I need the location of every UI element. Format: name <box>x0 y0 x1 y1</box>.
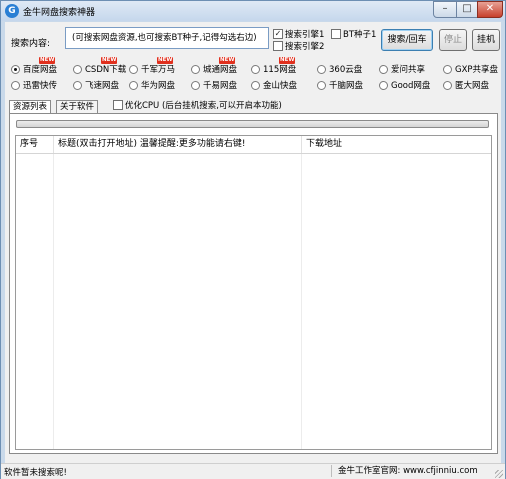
results-listview[interactable]: 序号 标题(双击打开地址) 温馨提醒:更多功能请右键! 下载地址 <box>15 135 492 450</box>
radio-dot-icon <box>443 80 452 90</box>
radio-dot-icon <box>129 64 138 74</box>
engine2-box-icon <box>273 41 283 51</box>
search-progress-bar <box>16 120 489 128</box>
bt-box-icon <box>331 29 341 39</box>
optimize-cpu-checkbox[interactable]: 优化CPU (后台挂机搜索,可以开启本功能) <box>113 99 282 111</box>
source-label: Good网盘 <box>391 81 431 91</box>
source-label: 迅雷快传 <box>23 81 58 91</box>
search-label: 搜索内容: <box>11 39 51 49</box>
engine1-check-icon: ✓ <box>273 29 283 39</box>
radio-dot-icon <box>317 80 326 90</box>
source-radio[interactable]: 千易网盘 <box>191 79 237 91</box>
column-title[interactable]: 标题(双击打开地址) 温馨提醒:更多功能请右键! <box>54 136 302 153</box>
radio-dot-icon <box>73 80 82 90</box>
maximize-button[interactable]: □ <box>456 1 478 18</box>
source-radio[interactable]: 华为网盘 <box>129 79 175 91</box>
radio-dot-icon <box>129 80 138 90</box>
new-badge: NEW <box>101 57 118 64</box>
source-radio[interactable]: 爱问共享 <box>379 63 425 75</box>
source-label: 百度网盘 <box>23 65 58 75</box>
radio-dot-icon <box>251 64 260 74</box>
source-label: 千脑网盘 <box>329 81 364 91</box>
source-radio[interactable]: 百度网盘 NEW <box>11 57 58 75</box>
source-radio[interactable]: 115网盘 NEW <box>251 57 297 75</box>
radio-dot-icon <box>317 64 326 74</box>
resource-panel: 序号 标题(双击打开地址) 温馨提醒:更多功能请右键! 下载地址 <box>9 113 498 454</box>
new-badge: NEW <box>219 57 236 64</box>
app-window: G 金牛网盘搜索神器 – □ ✕ 搜索内容: (可搜索网盘资源,也可搜索BT种子… <box>0 0 506 479</box>
list-body[interactable] <box>16 154 491 449</box>
title-bar[interactable]: G 金牛网盘搜索神器 – □ ✕ <box>1 1 505 21</box>
source-label: 匿大网盘 <box>455 81 490 91</box>
close-button[interactable]: ✕ <box>477 1 503 18</box>
source-label: GXP共享盘 <box>455 65 499 75</box>
radio-dot-icon <box>443 64 452 74</box>
status-bar: 软件暂未搜索呢! 金牛工作室官网: www.cfjinniu.com <box>1 463 505 479</box>
client-area: 搜索内容: (可搜索网盘资源,也可搜索BT种子,记得勾选右边) ✓ 搜索引擎1 … <box>5 22 501 465</box>
source-radio[interactable]: 千军万马 NEW <box>129 57 176 75</box>
app-icon: G <box>5 4 19 18</box>
engine1-label: 搜索引擎1 <box>285 30 325 40</box>
bt-label: BT种子1 <box>343 30 377 40</box>
new-badge: NEW <box>279 57 296 64</box>
source-radio[interactable]: 360云盘 <box>317 63 362 75</box>
minimize-button[interactable]: – <box>433 1 457 18</box>
source-label: 360云盘 <box>329 65 363 75</box>
stop-button[interactable]: 停止 <box>439 29 467 51</box>
source-radio[interactable]: GXP共享盘 <box>443 63 498 75</box>
radio-dot-icon <box>251 80 260 90</box>
engine2-label: 搜索引擎2 <box>285 42 325 52</box>
hang-button[interactable]: 挂机 <box>472 29 500 51</box>
source-label: 金山快盘 <box>263 81 298 91</box>
radio-dot-icon <box>191 80 200 90</box>
website-link[interactable]: 金牛工作室官网: www.cfjinniu.com <box>331 465 478 477</box>
engine1-checkbox[interactable]: ✓ 搜索引擎1 <box>273 28 324 40</box>
source-radio[interactable]: 城通网盘 NEW <box>191 57 238 75</box>
source-label: 城通网盘 <box>203 65 238 75</box>
source-label: 千军万马 <box>141 65 176 75</box>
radio-dot-icon <box>191 64 200 74</box>
optimize-box-icon <box>113 100 123 110</box>
source-radio[interactable]: 金山快盘 <box>251 79 297 91</box>
optimize-label: 优化CPU (后台挂机搜索,可以开启本功能) <box>125 101 282 111</box>
source-label: 爱问共享 <box>391 65 426 75</box>
search-button[interactable]: 搜索/回车 <box>381 29 433 51</box>
tab-about[interactable]: 关于软件 <box>56 100 99 113</box>
radio-dot-icon <box>11 80 20 90</box>
status-message: 软件暂未搜索呢! <box>4 468 67 478</box>
column-divider <box>53 154 54 449</box>
source-label: 115网盘 <box>263 65 297 75</box>
tab-resource-list[interactable]: 资源列表 <box>9 100 52 114</box>
source-radio[interactable]: 迅雷快传 <box>11 79 57 91</box>
radio-dot-icon <box>11 64 20 74</box>
column-download[interactable]: 下载地址 <box>302 136 491 153</box>
search-input[interactable]: (可搜索网盘资源,也可搜索BT种子,记得勾选右边) <box>65 27 269 49</box>
source-radio[interactable]: Good网盘 <box>379 79 430 91</box>
bt-checkbox[interactable]: BT种子1 <box>331 28 376 40</box>
source-label: 飞速网盘 <box>85 81 120 91</box>
radio-dot-icon <box>73 64 82 74</box>
source-label: CSDN下载 <box>85 65 127 75</box>
column-index[interactable]: 序号 <box>16 136 54 153</box>
source-radio[interactable]: 匿大网盘 <box>443 79 489 91</box>
source-radio[interactable]: 千脑网盘 <box>317 79 363 91</box>
new-badge: NEW <box>39 57 56 64</box>
resize-grip-icon[interactable] <box>495 470 503 478</box>
radio-dot-icon <box>379 80 388 90</box>
new-badge: NEW <box>157 57 174 64</box>
source-label: 千易网盘 <box>203 81 238 91</box>
source-radio[interactable]: CSDN下载 NEW <box>73 57 127 75</box>
list-header: 序号 标题(双击打开地址) 温馨提醒:更多功能请右键! 下载地址 <box>16 136 491 154</box>
window-title: 金牛网盘搜索神器 <box>23 8 96 18</box>
source-radio[interactable]: 飞速网盘 <box>73 79 119 91</box>
column-divider <box>301 154 302 449</box>
radio-dot-icon <box>379 64 388 74</box>
source-label: 华为网盘 <box>141 81 176 91</box>
engine2-checkbox[interactable]: 搜索引擎2 <box>273 40 324 52</box>
